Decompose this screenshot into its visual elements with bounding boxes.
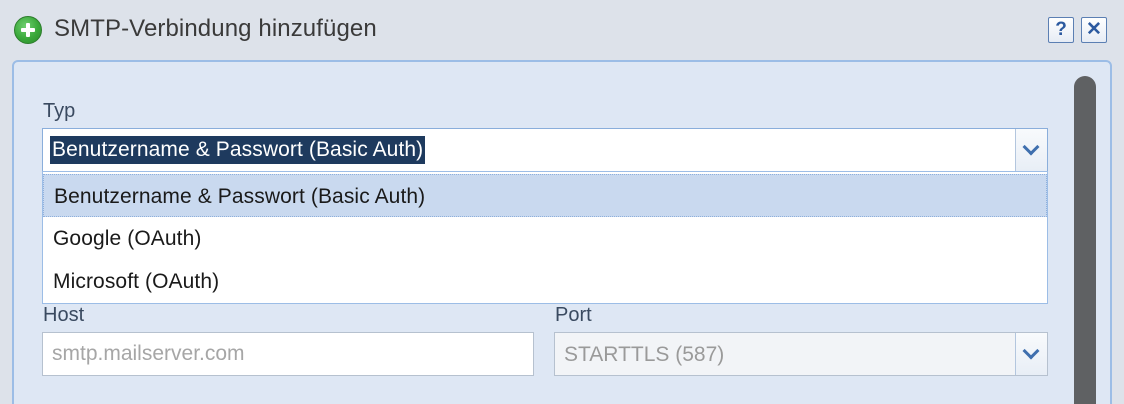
dropdown-option-basic-auth[interactable]: Benutzername & Passwort (Basic Auth) xyxy=(43,174,1047,217)
dialog-window: SMTP-Verbindung hinzufügen ? ✕ Typ Benut… xyxy=(0,0,1124,404)
typ-dropdown-list: Benutzername & Passwort (Basic Auth) Goo… xyxy=(42,171,1048,304)
dialog-title: SMTP-Verbindung hinzufügen xyxy=(54,15,377,42)
plus-circle-icon xyxy=(14,16,42,44)
dropdown-option-google-oauth[interactable]: Google (OAuth) xyxy=(43,217,1047,260)
port-selected-value: STARTTLS (587) xyxy=(564,343,725,366)
typ-dropdown-button[interactable] xyxy=(1015,129,1047,171)
dropdown-option-microsoft-oauth[interactable]: Microsoft (OAuth) xyxy=(43,260,1047,303)
host-input[interactable] xyxy=(42,332,534,376)
chevron-down-icon xyxy=(1022,138,1040,156)
typ-select[interactable]: Benutzername & Passwort (Basic Auth) xyxy=(42,128,1048,172)
port-label: Port xyxy=(555,304,592,326)
chevron-down-icon xyxy=(1022,342,1040,360)
close-button[interactable]: ✕ xyxy=(1081,17,1107,43)
port-dropdown-button[interactable] xyxy=(1015,333,1047,375)
typ-label: Typ xyxy=(43,100,76,122)
scrollbar[interactable] xyxy=(1074,76,1096,404)
typ-selected-value: Benutzername & Passwort (Basic Auth) xyxy=(50,136,426,164)
port-select[interactable]: STARTTLS (587) xyxy=(554,332,1048,376)
host-label: Host xyxy=(43,304,85,326)
title-bar[interactable]: SMTP-Verbindung hinzufügen ? ✕ xyxy=(0,0,1124,58)
help-button[interactable]: ? xyxy=(1048,17,1074,43)
